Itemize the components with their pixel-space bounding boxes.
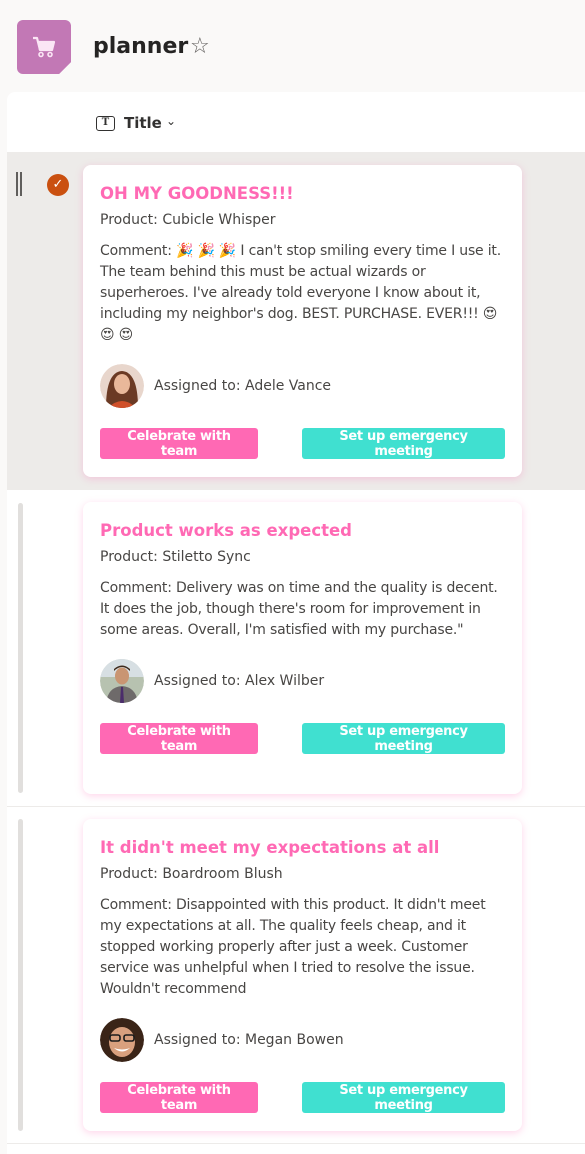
shopping-cart-icon	[33, 36, 56, 58]
column-header-label: Title	[124, 114, 162, 132]
text-field-icon: T	[96, 116, 115, 131]
avatar	[100, 659, 144, 703]
avatar	[100, 364, 144, 408]
card-comment: Comment: 🎉 🎉 🎉 I can't stop smiling ever…	[100, 243, 501, 343]
card-actions: Celebrate with team Set up emergency mee…	[100, 1082, 505, 1113]
celebrate-with-team-button[interactable]: Celebrate with team	[100, 723, 258, 754]
column-header-title[interactable]: T Title ⌄	[7, 92, 585, 152]
setup-emergency-meeting-button[interactable]: Set up emergency meeting	[302, 1082, 505, 1113]
setup-emergency-meeting-button[interactable]: Set up emergency meeting	[302, 723, 505, 754]
card-actions: Celebrate with team Set up emergency mee…	[100, 723, 505, 754]
review-card: Product works as expected Product: Stile…	[83, 502, 522, 794]
app-logo	[17, 20, 71, 74]
celebrate-with-team-button[interactable]: Celebrate with team	[100, 428, 258, 459]
card-product: Product: Cubicle Whisper	[100, 212, 276, 228]
card-title: OH MY GOODNESS!!!	[100, 184, 294, 203]
row-indicator-bar	[18, 503, 23, 793]
assignee: Assigned to: Adele Vance	[100, 364, 505, 408]
list-panel: T Title ⌄ ✓ OH MY GOODNESS!!! Product: C…	[7, 92, 585, 1154]
card-title: It didn't meet my expectations at all	[100, 838, 440, 857]
card-comment: Comment: Disappointed with this product.…	[100, 897, 486, 997]
card-comment: Comment: Delivery was on time and the qu…	[100, 580, 498, 638]
review-card: OH MY GOODNESS!!! Product: Cubicle Whisp…	[83, 165, 522, 477]
avatar	[100, 1018, 144, 1062]
row-indicator-bar	[18, 819, 23, 1131]
drag-handle-icon[interactable]	[16, 172, 22, 196]
assignee: Assigned to: Alex Wilber	[100, 659, 505, 703]
card-actions: Celebrate with team Set up emergency mee…	[100, 428, 505, 459]
celebrate-with-team-button[interactable]: Celebrate with team	[100, 1082, 258, 1113]
card-title: Product works as expected	[100, 521, 352, 540]
card-product: Product: Stiletto Sync	[100, 549, 251, 565]
assignee-label: Assigned to: Megan Bowen	[154, 1032, 344, 1048]
card-product: Product: Boardroom Blush	[100, 866, 283, 882]
assignee-label: Assigned to: Adele Vance	[154, 378, 332, 394]
checkmark-circle-icon[interactable]: ✓	[47, 174, 69, 196]
app-title: planner	[93, 34, 189, 59]
favorite-star-icon[interactable]: ☆	[190, 36, 210, 58]
list-row[interactable]: ✓ OH MY GOODNESS!!! Product: Cubicle Whi…	[7, 152, 585, 490]
setup-emergency-meeting-button[interactable]: Set up emergency meeting	[302, 428, 505, 459]
chevron-down-icon[interactable]: ⌄	[166, 114, 176, 128]
list-row[interactable]: It didn't meet my expectations at all Pr…	[7, 807, 585, 1144]
review-card: It didn't meet my expectations at all Pr…	[83, 819, 522, 1131]
assignee: Assigned to: Megan Bowen	[100, 1018, 505, 1062]
assignee-label: Assigned to: Alex Wilber	[154, 673, 325, 689]
app-header: planner ☆	[0, 0, 585, 92]
list-row[interactable]: Product works as expected Product: Stile…	[7, 490, 585, 807]
